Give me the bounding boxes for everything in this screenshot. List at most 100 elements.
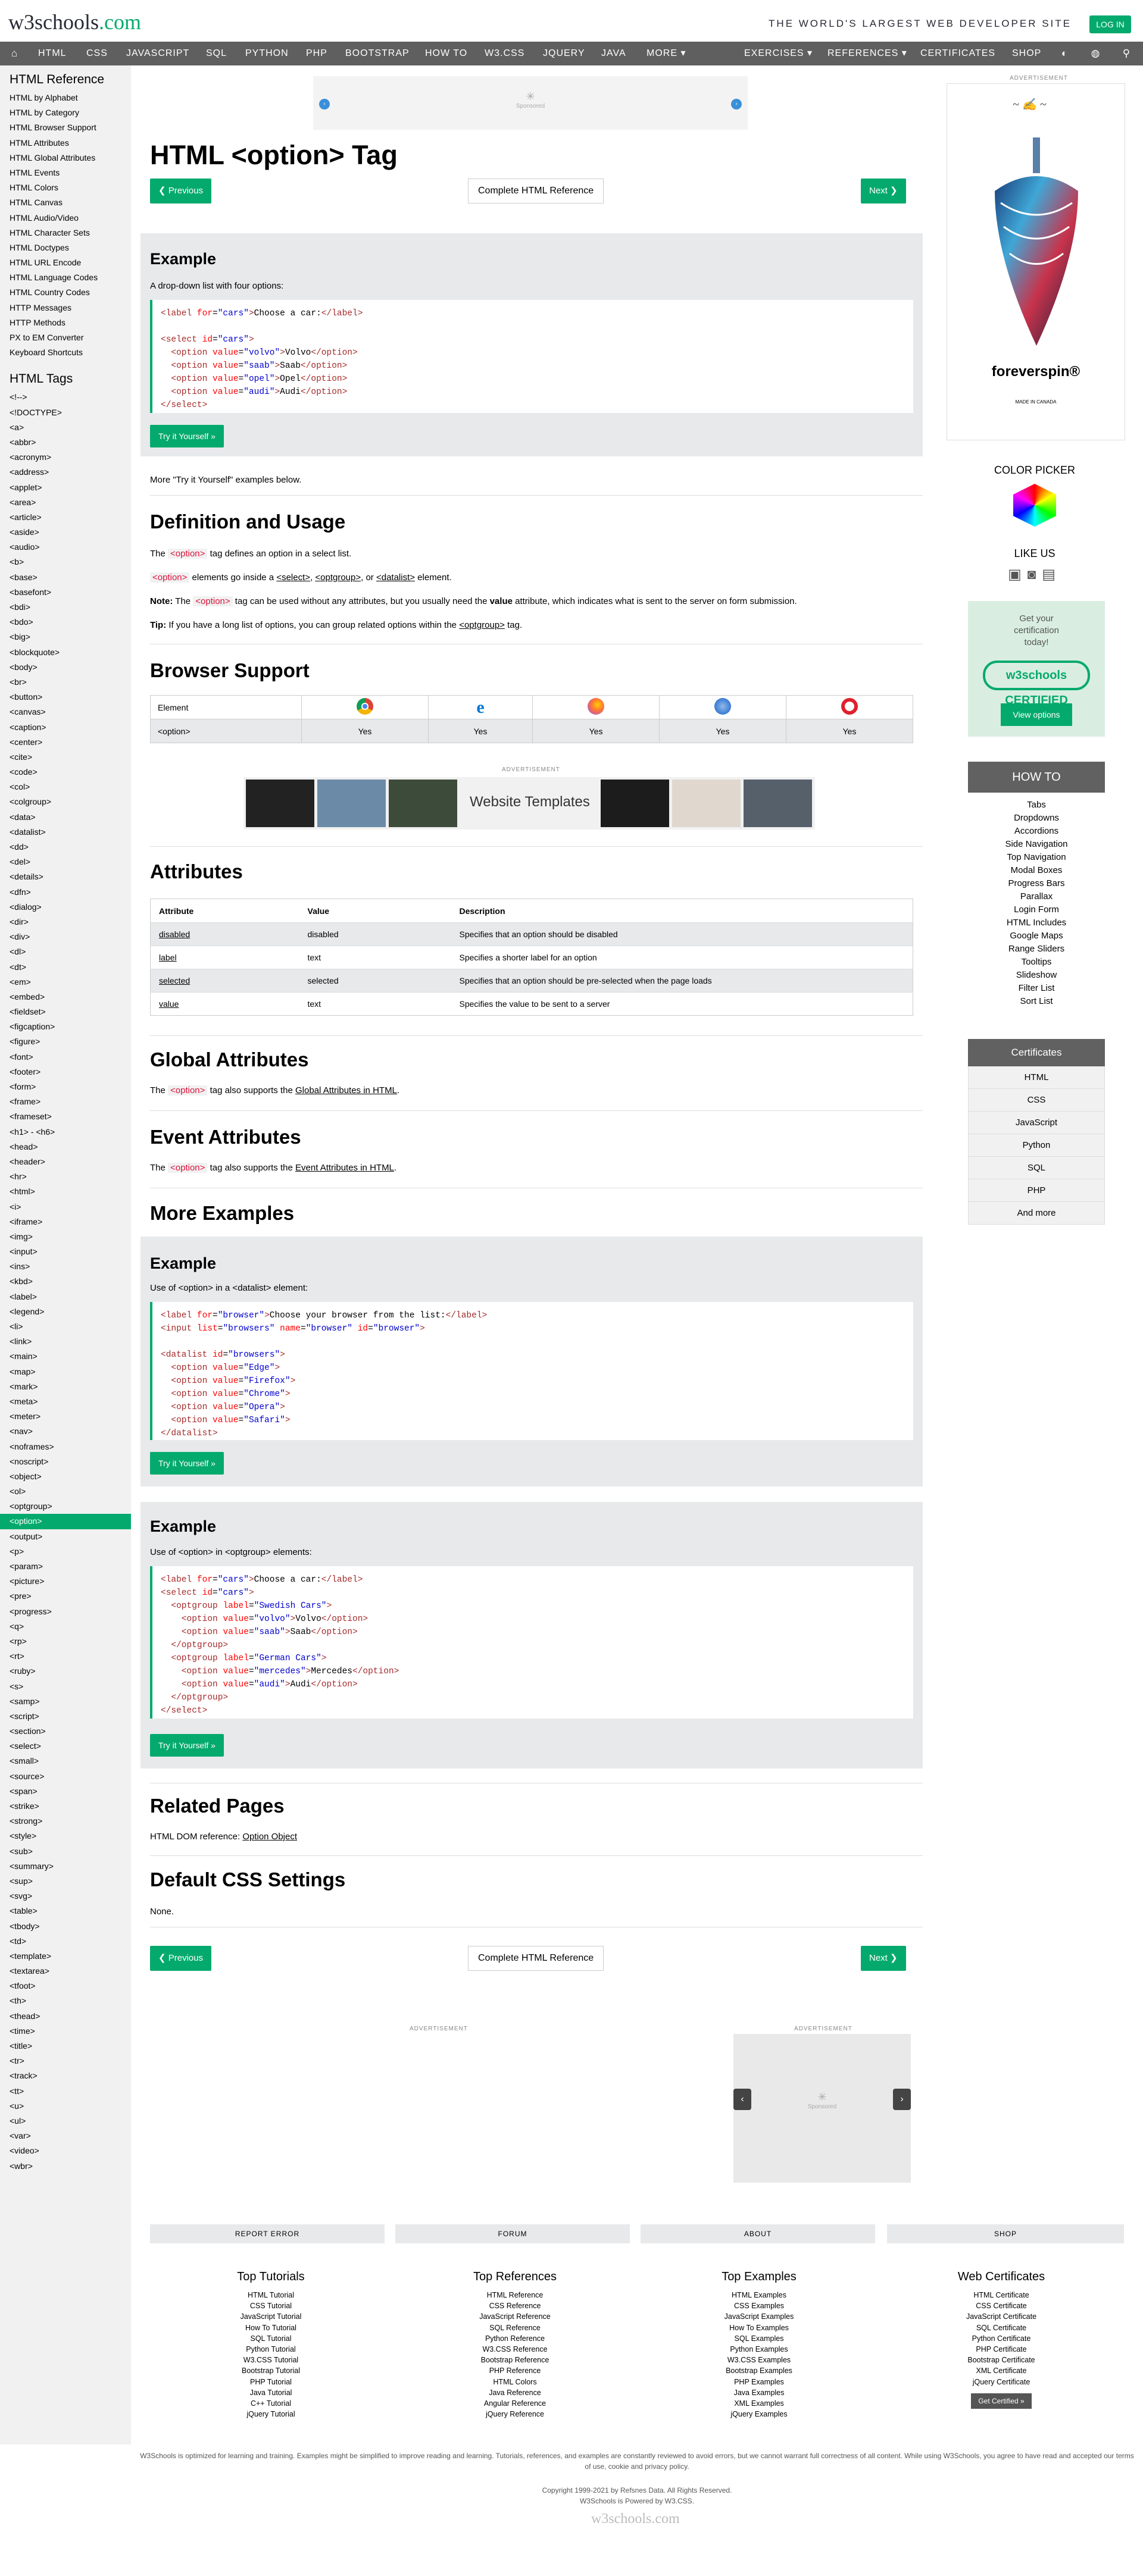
attr-label-link[interactable]: label [159,953,177,962]
login-button[interactable]: LOG IN [1089,15,1131,33]
footer-link[interactable]: W3.CSS Examples [699,2355,819,2365]
sidebar-item-ref[interactable]: HTML by Alphabet [0,90,131,105]
footer-link[interactable]: Java Tutorial [211,2387,330,2398]
sidebar-item-tag[interactable]: <acronym> [0,450,131,465]
footer-link[interactable]: CSS Certificate [942,2300,1061,2311]
sidebar-item-tag[interactable]: <caption> [0,720,131,735]
footer-link[interactable]: How To Tutorial [211,2323,330,2333]
sidebar-item-tag[interactable]: <object> [0,1469,131,1484]
sidebar-item-tag[interactable]: <dialog> [0,900,131,915]
color-wheel-icon[interactable] [1013,484,1056,527]
about-button[interactable]: ABOUT [641,2224,875,2243]
sidebar-item-tag[interactable]: <col> [0,780,131,794]
sidebar-item-tag[interactable]: <rp> [0,1634,131,1649]
sidebar-item-tag[interactable]: <del> [0,855,131,869]
sidebar-item-tag[interactable]: <frame> [0,1094,131,1109]
sidebar-item-tag[interactable]: <address> [0,465,131,480]
sidebar-item-active[interactable]: <option> [0,1514,131,1529]
footer-link[interactable]: SQL Tutorial [211,2333,330,2344]
sidebar-item-ref[interactable]: HTML Browser Support [0,120,131,135]
nav-w3css[interactable]: W3.CSS [485,42,524,65]
sidebar-item-tag[interactable]: <i> [0,1200,131,1215]
home-icon[interactable]: ⌂ [4,42,25,65]
sidebar-item-tag[interactable]: <footer> [0,1065,131,1079]
event-attributes-link[interactable]: Event Attributes in HTML [295,1163,394,1173]
sidebar-item-ref[interactable]: HTML Colors [0,180,131,195]
howto-link[interactable]: Filter List [968,982,1105,995]
footer-link[interactable]: Python Tutorial [211,2344,330,2355]
sidebar-item-tag[interactable]: <table> [0,1904,131,1918]
howto-link[interactable]: Sort List [968,995,1105,1008]
howto-link[interactable]: HTML Includes [968,916,1105,929]
sidebar-item-tag[interactable]: <video> [0,2143,131,2158]
sidebar-item-tag[interactable]: <dt> [0,960,131,975]
sidebar-item-tag[interactable]: <body> [0,660,131,675]
footer-link[interactable]: jQuery Reference [455,2409,574,2420]
sidebar-item-tag[interactable]: <basefont> [0,585,131,600]
footer-link[interactable]: Bootstrap Examples [699,2365,819,2376]
sidebar-item-tag[interactable]: <link> [0,1334,131,1349]
select-link[interactable]: <select> [276,572,310,583]
sidebar-item-tag[interactable]: <!--> [0,390,131,405]
sidebar-item-tag[interactable]: <param> [0,1559,131,1574]
sidebar-item-tag[interactable]: <sup> [0,1874,131,1889]
sidebar-item-tag[interactable]: <b> [0,555,131,569]
sidebar-item-tag[interactable]: <meter> [0,1409,131,1424]
certificate-link[interactable]: JavaScript [968,1112,1105,1134]
sidebar-item-tag[interactable]: <a> [0,420,131,435]
howto-link[interactable]: Range Sliders [968,943,1105,956]
ad-next-icon[interactable]: › [893,2089,911,2110]
sidebar-item-tag[interactable]: <nav> [0,1424,131,1439]
sidebar-item-tag[interactable]: <tr> [0,2054,131,2068]
sidebar-item-tag[interactable]: <iframe> [0,1215,131,1229]
footer-link[interactable]: HTML Certificate [942,2290,1061,2300]
sidebar-item-tag[interactable]: <mark> [0,1379,131,1394]
sidebar-item-tag[interactable]: <hr> [0,1169,131,1184]
w3schools-logo[interactable]: w3schools.com [8,10,141,35]
top-ad-banner[interactable]: ‹ ✳ Sponsored › [313,76,748,130]
sidebar-item-ref[interactable]: HTML Language Codes [0,270,131,285]
footer-link[interactable]: HTML Reference [455,2290,574,2300]
sidebar-item-tag[interactable]: <article> [0,510,131,525]
sidebar-item-tag[interactable]: <tfoot> [0,1979,131,1993]
sidebar-item-tag[interactable]: <wbr> [0,2159,131,2174]
sidebar-item-tag[interactable]: <var> [0,2129,131,2143]
footer-link[interactable]: XML Examples [699,2398,819,2409]
option-object-link[interactable]: Option Object [242,1832,297,1842]
footer-link[interactable]: SQL Examples [699,2333,819,2344]
sidebar-item-tag[interactable]: <li> [0,1319,131,1334]
footer-link[interactable]: XML Certificate [942,2365,1061,2376]
sidebar-item-tag[interactable]: <td> [0,1934,131,1949]
sidebar-item-tag[interactable]: <tt> [0,2084,131,2099]
howto-link[interactable]: Modal Boxes [968,864,1105,877]
sidebar-item-ref[interactable]: Keyboard Shortcuts [0,345,131,360]
sidebar-item-tag[interactable]: <strike> [0,1799,131,1814]
sidebar-item-tag[interactable]: <picture> [0,1574,131,1589]
sidebar-item-tag[interactable]: <summary> [0,1859,131,1874]
sidebar-item-tag[interactable]: <template> [0,1949,131,1964]
footer-link[interactable]: SQL Reference [455,2323,574,2333]
html-reference-button-bottom[interactable]: Complete HTML Reference [468,1946,604,1971]
sidebar-item-tag[interactable]: <head> [0,1140,131,1154]
sidebar-item-ref[interactable]: HTML URL Encode [0,255,131,270]
attr-selected-link[interactable]: selected [159,976,190,985]
next-button-bottom[interactable]: Next ❯ [861,1946,906,1971]
sidebar-item-tag[interactable]: <html> [0,1184,131,1199]
footer-logo[interactable]: w3schools.com [591,2511,680,2527]
footer-link[interactable]: Python Reference [455,2333,574,2344]
nav-howto[interactable]: HOW TO [425,42,467,65]
footer-link[interactable]: Angular Reference [455,2398,574,2409]
color-picker[interactable]: COLOR PICKER [939,464,1130,527]
certificate-link[interactable]: HTML [968,1066,1105,1089]
forum-button[interactable]: FORUM [395,2224,630,2243]
howto-link[interactable]: Dropdowns [968,812,1105,825]
footer-link[interactable]: How To Examples [699,2323,819,2333]
footer-link[interactable]: PHP Reference [455,2365,574,2376]
sidebar-item-ref[interactable]: HTTP Methods [0,315,131,330]
dark-mode-icon[interactable]: ◐ [1054,42,1075,65]
sidebar-item-tag[interactable]: <section> [0,1724,131,1739]
sidebar-item-tag[interactable]: <rt> [0,1649,131,1664]
certification-ad[interactable]: Get your certification today! w3schools … [968,601,1105,737]
sidebar-item-tag[interactable]: <time> [0,2024,131,2039]
footer-link[interactable]: Bootstrap Tutorial [211,2365,330,2376]
